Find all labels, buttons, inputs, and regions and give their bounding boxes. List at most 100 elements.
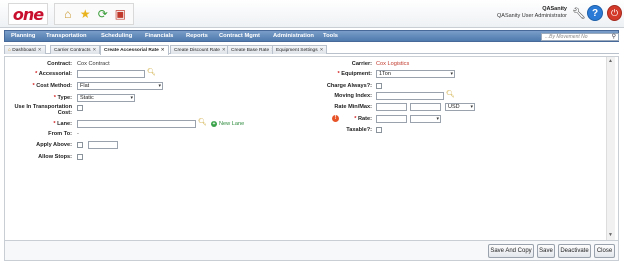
lookup-icon[interactable]: 🔍︎: [147, 69, 156, 77]
tab-bar: ⌂ Dashboard ✕ Carrier Contracts ✕ Create A…: [4, 44, 619, 55]
taxable-label: Taxable?:: [346, 127, 372, 133]
lookup-icon[interactable]: 🔍︎: [198, 119, 207, 127]
equipment-value: 1Ton: [379, 71, 391, 77]
tab-carrier-contracts[interactable]: Carrier Contracts ✕: [50, 45, 101, 54]
equipment-label-text: Equipment:: [341, 71, 372, 77]
home-icon[interactable]: ⌂: [61, 7, 75, 21]
equipment-select[interactable]: 1Ton ▾: [376, 70, 455, 78]
scroll-down-arrow-icon[interactable]: ▼: [608, 232, 613, 238]
rate-min-max-label: Rate Min/Max:: [334, 104, 372, 110]
rate-label: * Rate:: [310, 116, 372, 122]
close-icon[interactable]: ✕: [161, 47, 165, 52]
cost-method-label: * Cost Method:: [10, 83, 72, 89]
movement-search-input[interactable]: ...By Movement No ⚲: [541, 33, 619, 41]
nav-transportation[interactable]: Transportation: [46, 33, 87, 39]
tab-label: Carrier Contracts: [54, 48, 91, 53]
moving-index-input[interactable]: [376, 92, 444, 100]
required-marker: *: [53, 95, 56, 101]
tab-label: Equipment Settings: [276, 48, 318, 53]
apply-above-label: Apply Above:: [36, 142, 72, 148]
nav-contract-mgmt[interactable]: Contract Mgmt: [219, 33, 260, 39]
save-button[interactable]: Save: [537, 244, 555, 258]
lane-label-text: Lane:: [57, 121, 72, 127]
lane-input[interactable]: [77, 120, 196, 128]
type-label-text: Type:: [57, 95, 72, 101]
help-icon[interactable]: ?: [587, 5, 603, 21]
lane-label: * Lane:: [10, 121, 72, 127]
use-in-transportation-checkbox[interactable]: [77, 105, 83, 111]
currency-select[interactable]: USD ▾: [445, 103, 475, 111]
chevron-down-icon: ▾: [470, 104, 473, 110]
cost-method-label-text: Cost Method:: [36, 83, 72, 89]
rate-input[interactable]: [376, 115, 407, 123]
user-role: QASanity User Administrator: [497, 13, 567, 19]
chevron-down-icon: ▾: [130, 95, 133, 101]
accessorial-label-text: Accessorial:: [38, 71, 72, 77]
accessorial-input[interactable]: [77, 70, 145, 78]
deactivate-button[interactable]: Deactivate: [558, 244, 591, 258]
nav-administration[interactable]: Administration: [273, 33, 314, 39]
power-icon[interactable]: ⏻: [607, 5, 622, 21]
type-select[interactable]: Static ▾: [77, 94, 135, 102]
close-icon[interactable]: ✕: [38, 47, 42, 52]
tab-label: Create Accessorial Rate: [104, 48, 159, 53]
contract-value: Cox Contract: [77, 61, 110, 67]
add-icon[interactable]: +: [211, 121, 217, 127]
required-marker: *: [354, 116, 357, 122]
required-marker: *: [53, 121, 56, 127]
nav-financials[interactable]: Financials: [145, 33, 173, 39]
nav-reports[interactable]: Reports: [186, 33, 208, 39]
rate-max-input[interactable]: [410, 103, 441, 111]
wrench-icon[interactable]: 🔧︎: [572, 7, 586, 20]
allow-stops-checkbox[interactable]: [77, 154, 83, 160]
one-logo[interactable]: one: [8, 3, 48, 25]
cost-method-select[interactable]: Flat ▾: [77, 82, 163, 90]
tab-create-accessorial-rate[interactable]: Create Accessorial Rate ✕: [100, 45, 169, 55]
search-icon[interactable]: ⚲: [612, 33, 616, 40]
type-label: * Type:: [10, 95, 72, 101]
close-icon[interactable]: ✕: [93, 47, 97, 52]
chevron-down-icon: ▾: [450, 71, 453, 77]
charge-always-checkbox[interactable]: [376, 83, 382, 89]
charge-always-label: Charge Always?:: [326, 83, 372, 89]
presentation-icon[interactable]: ▣: [113, 7, 127, 21]
refresh-icon[interactable]: ⟳: [96, 7, 110, 21]
lookup-icon[interactable]: 🔍︎: [446, 91, 455, 99]
tab-equipment-settings[interactable]: Equipment Settings ✕: [272, 45, 328, 54]
from-to-value: -: [77, 131, 79, 137]
rate-label-text: Rate:: [358, 116, 372, 122]
scroll-up-arrow-icon[interactable]: ▲: [608, 58, 613, 64]
required-marker: *: [337, 71, 340, 77]
contract-label: Contract:: [47, 61, 72, 67]
new-lane-link[interactable]: New Lane: [219, 121, 244, 127]
apply-above-checkbox[interactable]: [77, 142, 83, 148]
rate-min-input[interactable]: [376, 103, 407, 111]
close-icon[interactable]: ✕: [320, 47, 324, 52]
use-in-transportation-label-2: Cost:: [57, 110, 72, 116]
nav-tools[interactable]: Tools: [323, 33, 338, 39]
quick-toolbar: ⌂ ★ ⟳ ▣: [54, 3, 134, 25]
close-button[interactable]: Close: [594, 244, 615, 258]
nav-planning[interactable]: Planning: [11, 33, 35, 39]
taxable-checkbox[interactable]: [376, 127, 382, 133]
main-nav: Planning Transportation Scheduling Finan…: [4, 30, 619, 42]
carrier-label: Carrier:: [351, 61, 372, 67]
save-and-copy-button[interactable]: Save And Copy: [488, 244, 534, 258]
tab-label: Dashboard: [12, 48, 36, 53]
app-header: one ⌂ ★ ⟳ ▣ QASanity QASanity User Admin…: [0, 0, 624, 28]
close-icon[interactable]: ✕: [222, 47, 226, 52]
favorites-star-icon[interactable]: ★: [78, 7, 92, 21]
tab-label: Create Discount Rate: [174, 48, 220, 53]
moving-index-label: Moving Index:: [334, 93, 372, 99]
logo-text: one: [12, 4, 44, 24]
rate-unit-select[interactable]: ▾: [410, 115, 441, 123]
vertical-scrollbar[interactable]: [606, 57, 615, 240]
apply-above-input[interactable]: [88, 141, 118, 149]
tab-create-discount-rate[interactable]: Create Discount Rate ✕: [170, 45, 230, 54]
nav-scheduling[interactable]: Scheduling: [101, 33, 132, 39]
chevron-down-icon: ▾: [158, 83, 161, 89]
required-marker: *: [32, 83, 35, 89]
accessorial-label: * Accessorial:: [10, 71, 72, 77]
carrier-value: Cox Logistics: [376, 61, 410, 67]
tab-dashboard[interactable]: ⌂ Dashboard ✕: [4, 45, 46, 54]
